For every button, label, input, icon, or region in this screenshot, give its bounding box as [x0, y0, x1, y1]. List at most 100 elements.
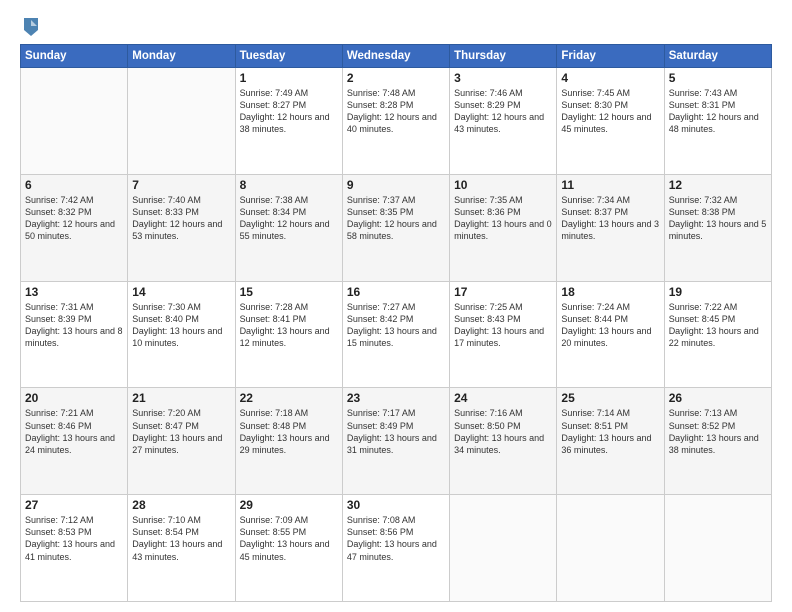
day-info: Sunrise: 7:21 AM Sunset: 8:46 PM Dayligh… [25, 407, 123, 456]
calendar-week-row: 27 Sunrise: 7:12 AM Sunset: 8:53 PM Dayli… [21, 495, 772, 602]
calendar-cell: 19 Sunrise: 7:22 AM Sunset: 8:45 PM Dayli… [664, 281, 771, 388]
calendar-cell: 2 Sunrise: 7:48 AM Sunset: 8:28 PM Daylig… [342, 68, 449, 175]
day-number: 8 [240, 178, 338, 192]
day-number: 9 [347, 178, 445, 192]
calendar-table: SundayMondayTuesdayWednesdayThursdayFrid… [20, 44, 772, 602]
calendar-cell: 10 Sunrise: 7:35 AM Sunset: 8:36 PM Dayli… [450, 174, 557, 281]
calendar-cell [21, 68, 128, 175]
day-info: Sunrise: 7:46 AM Sunset: 8:29 PM Dayligh… [454, 87, 552, 136]
calendar-cell: 4 Sunrise: 7:45 AM Sunset: 8:30 PM Daylig… [557, 68, 664, 175]
day-number: 7 [132, 178, 230, 192]
day-number: 11 [561, 178, 659, 192]
calendar-header-thursday: Thursday [450, 45, 557, 68]
day-number: 25 [561, 391, 659, 405]
day-number: 2 [347, 71, 445, 85]
day-number: 24 [454, 391, 552, 405]
day-number: 23 [347, 391, 445, 405]
day-info: Sunrise: 7:42 AM Sunset: 8:32 PM Dayligh… [25, 194, 123, 243]
calendar-cell: 28 Sunrise: 7:10 AM Sunset: 8:54 PM Dayli… [128, 495, 235, 602]
calendar-cell [664, 495, 771, 602]
calendar-cell: 12 Sunrise: 7:32 AM Sunset: 8:38 PM Dayli… [664, 174, 771, 281]
day-info: Sunrise: 7:14 AM Sunset: 8:51 PM Dayligh… [561, 407, 659, 456]
logo-icon [22, 16, 40, 38]
day-info: Sunrise: 7:34 AM Sunset: 8:37 PM Dayligh… [561, 194, 659, 243]
calendar-cell: 13 Sunrise: 7:31 AM Sunset: 8:39 PM Dayli… [21, 281, 128, 388]
logo [20, 16, 40, 38]
calendar-cell: 8 Sunrise: 7:38 AM Sunset: 8:34 PM Daylig… [235, 174, 342, 281]
calendar-cell: 16Sunrise: 7:27 AM Sunset: 8:42 PM Dayli… [342, 281, 449, 388]
page: SundayMondayTuesdayWednesdayThursdayFrid… [0, 0, 792, 612]
day-info: Sunrise: 7:45 AM Sunset: 8:30 PM Dayligh… [561, 87, 659, 136]
day-info: Sunrise: 7:31 AM Sunset: 8:39 PM Dayligh… [25, 301, 123, 350]
calendar-cell: 14Sunrise: 7:30 AM Sunset: 8:40 PM Dayli… [128, 281, 235, 388]
day-info: Sunrise: 7:16 AM Sunset: 8:50 PM Dayligh… [454, 407, 552, 456]
calendar-cell: 21 Sunrise: 7:20 AM Sunset: 8:47 PM Dayli… [128, 388, 235, 495]
day-info: Sunrise: 7:49 AM Sunset: 8:27 PM Dayligh… [240, 87, 338, 136]
day-info: Sunrise: 7:32 AM Sunset: 8:38 PM Dayligh… [669, 194, 767, 243]
day-info: Sunrise: 7:10 AM Sunset: 8:54 PM Dayligh… [132, 514, 230, 563]
day-number: 21 [132, 391, 230, 405]
calendar-cell: 26 Sunrise: 7:13 AM Sunset: 8:52 PM Dayli… [664, 388, 771, 495]
day-info: Sunrise: 7:17 AM Sunset: 8:49 PM Dayligh… [347, 407, 445, 456]
day-info: Sunrise: 7:12 AM Sunset: 8:53 PM Dayligh… [25, 514, 123, 563]
calendar-header-monday: Monday [128, 45, 235, 68]
calendar-cell [557, 495, 664, 602]
day-info: Sunrise: 7:08 AM Sunset: 8:56 PM Dayligh… [347, 514, 445, 563]
calendar-header-tuesday: Tuesday [235, 45, 342, 68]
calendar-cell [450, 495, 557, 602]
day-number: 5 [669, 71, 767, 85]
calendar-cell: 20 Sunrise: 7:21 AM Sunset: 8:46 PM Dayli… [21, 388, 128, 495]
day-number: 6 [25, 178, 123, 192]
day-number: 22 [240, 391, 338, 405]
day-info: Sunrise: 7:30 AM Sunset: 8:40 PM Dayligh… [132, 301, 230, 350]
day-number: 27 [25, 498, 123, 512]
day-number: 13 [25, 285, 123, 299]
calendar-cell: 18Sunrise: 7:24 AM Sunset: 8:44 PM Dayli… [557, 281, 664, 388]
calendar-cell: 11 Sunrise: 7:34 AM Sunset: 8:37 PM Dayli… [557, 174, 664, 281]
calendar-cell: 23 Sunrise: 7:17 AM Sunset: 8:49 PM Dayli… [342, 388, 449, 495]
calendar-cell: 15Sunrise: 7:28 AM Sunset: 8:41 PM Dayli… [235, 281, 342, 388]
calendar-cell: 27 Sunrise: 7:12 AM Sunset: 8:53 PM Dayli… [21, 495, 128, 602]
day-number: 3 [454, 71, 552, 85]
calendar-header-sunday: Sunday [21, 45, 128, 68]
calendar-cell: 6 Sunrise: 7:42 AM Sunset: 8:32 PM Daylig… [21, 174, 128, 281]
day-info: Sunrise: 7:18 AM Sunset: 8:48 PM Dayligh… [240, 407, 338, 456]
calendar-week-row: 6 Sunrise: 7:42 AM Sunset: 8:32 PM Daylig… [21, 174, 772, 281]
day-number: 18 [561, 285, 659, 299]
day-info: Sunrise: 7:09 AM Sunset: 8:55 PM Dayligh… [240, 514, 338, 563]
day-info: Sunrise: 7:35 AM Sunset: 8:36 PM Dayligh… [454, 194, 552, 243]
day-number: 16 [347, 285, 445, 299]
header [20, 16, 772, 38]
day-number: 12 [669, 178, 767, 192]
day-info: Sunrise: 7:22 AM Sunset: 8:45 PM Dayligh… [669, 301, 767, 350]
day-info: Sunrise: 7:13 AM Sunset: 8:52 PM Dayligh… [669, 407, 767, 456]
day-number: 17 [454, 285, 552, 299]
day-info: Sunrise: 7:43 AM Sunset: 8:31 PM Dayligh… [669, 87, 767, 136]
day-number: 26 [669, 391, 767, 405]
calendar-cell: 22 Sunrise: 7:18 AM Sunset: 8:48 PM Dayli… [235, 388, 342, 495]
day-number: 28 [132, 498, 230, 512]
calendar-header-wednesday: Wednesday [342, 45, 449, 68]
calendar-cell: 5 Sunrise: 7:43 AM Sunset: 8:31 PM Daylig… [664, 68, 771, 175]
day-number: 19 [669, 285, 767, 299]
calendar-cell: 17Sunrise: 7:25 AM Sunset: 8:43 PM Dayli… [450, 281, 557, 388]
day-number: 30 [347, 498, 445, 512]
calendar-header-saturday: Saturday [664, 45, 771, 68]
day-info: Sunrise: 7:20 AM Sunset: 8:47 PM Dayligh… [132, 407, 230, 456]
day-number: 10 [454, 178, 552, 192]
calendar-cell: 29 Sunrise: 7:09 AM Sunset: 8:55 PM Dayli… [235, 495, 342, 602]
day-info: Sunrise: 7:40 AM Sunset: 8:33 PM Dayligh… [132, 194, 230, 243]
calendar-cell: 1 Sunrise: 7:49 AM Sunset: 8:27 PM Daylig… [235, 68, 342, 175]
day-info: Sunrise: 7:38 AM Sunset: 8:34 PM Dayligh… [240, 194, 338, 243]
calendar-cell: 25 Sunrise: 7:14 AM Sunset: 8:51 PM Dayli… [557, 388, 664, 495]
day-number: 20 [25, 391, 123, 405]
calendar-cell: 9Sunrise: 7:37 AM Sunset: 8:35 PM Daylig… [342, 174, 449, 281]
day-number: 1 [240, 71, 338, 85]
calendar-week-row: 13 Sunrise: 7:31 AM Sunset: 8:39 PM Dayli… [21, 281, 772, 388]
calendar-cell [128, 68, 235, 175]
calendar-cell: 7 Sunrise: 7:40 AM Sunset: 8:33 PM Daylig… [128, 174, 235, 281]
day-number: 29 [240, 498, 338, 512]
calendar-cell: 3 Sunrise: 7:46 AM Sunset: 8:29 PM Daylig… [450, 68, 557, 175]
day-number: 4 [561, 71, 659, 85]
day-info: Sunrise: 7:48 AM Sunset: 8:28 PM Dayligh… [347, 87, 445, 136]
